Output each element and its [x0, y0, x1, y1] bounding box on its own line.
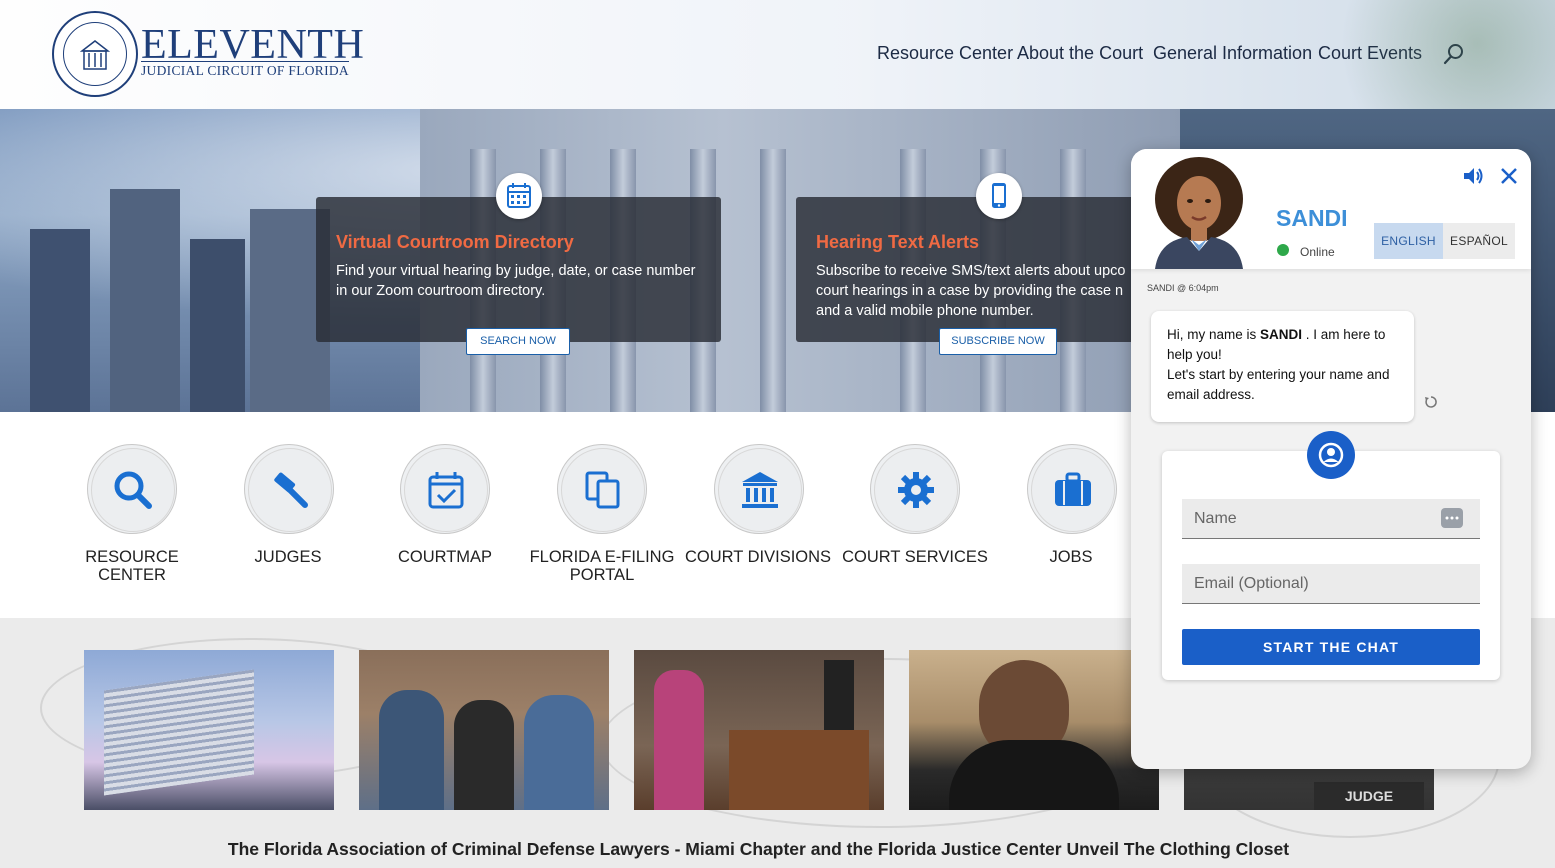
nav-resource-center[interactable]: Resource Center	[877, 43, 1013, 64]
quick-link-label[interactable]: RESOURCE CENTER	[52, 548, 212, 584]
gear-icon	[898, 472, 934, 508]
court-seal-logo[interactable]	[52, 11, 138, 97]
quick-link-label[interactable]: FLORIDA E-FILING PORTAL	[522, 548, 682, 584]
court-divisions-link[interactable]	[714, 444, 804, 534]
resource-center-link[interactable]	[87, 444, 177, 534]
courthouse-seal-icon	[80, 40, 110, 70]
courthouse-icon	[742, 472, 778, 508]
jobs-link[interactable]	[1027, 444, 1117, 534]
mobile-phone-icon	[976, 173, 1022, 219]
judge-sign-text: JUDGE	[1314, 782, 1424, 810]
gavel-icon	[274, 472, 308, 508]
courtmap-link[interactable]	[400, 444, 490, 534]
name-placeholder: Name	[1194, 510, 1237, 527]
name-input[interactable]: Name	[1182, 499, 1480, 539]
news-photo-judge[interactable]	[909, 650, 1159, 810]
news-headline[interactable]: The Florida Association of Criminal Defe…	[0, 839, 1517, 860]
card-title: Hearing Text Alerts	[816, 232, 980, 252]
language-spanish-button[interactable]: ESPAÑOL	[1443, 223, 1515, 259]
agent-message-bubble: Hi, my name is SANDI . I am here to help…	[1151, 311, 1414, 422]
quick-link-label[interactable]: COURT DIVISIONS	[678, 548, 838, 566]
card-title: Virtual Courtroom Directory	[336, 232, 574, 252]
nav-about-the-court[interactable]: About the Court	[1017, 43, 1143, 64]
quick-link-label[interactable]: COURT SERVICES	[835, 548, 995, 566]
message-text: Hi, my name is	[1167, 327, 1261, 342]
search-icon	[114, 471, 152, 509]
hearing-text-alerts-card: Hearing Text Alerts Subscribe to receive…	[796, 173, 1136, 355]
keyboard-icon[interactable]	[1441, 508, 1463, 528]
quick-link-label[interactable]: COURTMAP	[365, 548, 525, 566]
user-avatar-icon	[1307, 431, 1355, 479]
quick-link-label[interactable]: JOBS	[991, 548, 1151, 566]
logo-subtitle[interactable]: JUDICIAL CIRCUIT OF FLORIDA	[141, 61, 349, 79]
logo-title[interactable]: ELEVENTH	[141, 24, 364, 66]
email-input[interactable]: Email (Optional)	[1182, 564, 1480, 604]
calendar-icon	[496, 173, 542, 219]
virtual-courtroom-card: Virtual Courtroom Directory Find your vi…	[316, 173, 721, 355]
calendar-check-icon	[428, 472, 464, 509]
agent-avatar	[1155, 157, 1243, 269]
agent-name: SANDI	[1276, 205, 1348, 231]
court-services-link[interactable]	[870, 444, 960, 534]
replay-icon[interactable]	[1424, 395, 1438, 409]
search-now-button[interactable]: SEARCH NOW	[466, 328, 570, 355]
card-description: Subscribe to receive SMS/text alerts abo…	[816, 263, 1126, 319]
chat-widget: SANDI Online ENGLISH ESPAÑOL SANDI @ 6:0…	[1131, 149, 1531, 769]
message-agent-name: SANDI	[1260, 327, 1303, 342]
search-icon[interactable]	[1443, 43, 1465, 65]
chat-header: SANDI Online ENGLISH ESPAÑOL	[1131, 149, 1531, 269]
online-status-label: Online	[1300, 245, 1335, 259]
email-placeholder: Email (Optional)	[1194, 575, 1309, 592]
card-description: Find your virtual hearing by judge, date…	[336, 263, 696, 299]
message-timestamp: SANDI @ 6:04pm	[1147, 283, 1219, 293]
news-photo-group[interactable]	[359, 650, 609, 810]
briefcase-icon	[1055, 472, 1091, 506]
nav-court-events[interactable]: Court Events	[1318, 43, 1422, 64]
start-chat-button[interactable]: START THE CHAT	[1182, 629, 1480, 665]
online-status-icon	[1277, 244, 1289, 256]
language-english-button[interactable]: ENGLISH	[1374, 223, 1443, 259]
message-text: Let's start by entering your name and em…	[1167, 367, 1390, 402]
documents-icon	[585, 471, 620, 509]
close-icon[interactable]	[1499, 166, 1519, 186]
quick-link-label[interactable]: JUDGES	[208, 548, 368, 566]
speaker-icon[interactable]	[1462, 165, 1484, 187]
news-photo-hospital[interactable]	[84, 650, 334, 810]
subscribe-now-button[interactable]: SUBSCRIBE NOW	[939, 328, 1057, 355]
news-photo-ribbon[interactable]	[634, 650, 884, 810]
florida-efiling-portal-link[interactable]	[557, 444, 647, 534]
judges-link[interactable]	[244, 444, 334, 534]
site-header: ELEVENTH JUDICIAL CIRCUIT OF FLORIDA Res…	[0, 0, 1555, 109]
nav-general-information[interactable]: General Information	[1153, 43, 1312, 64]
